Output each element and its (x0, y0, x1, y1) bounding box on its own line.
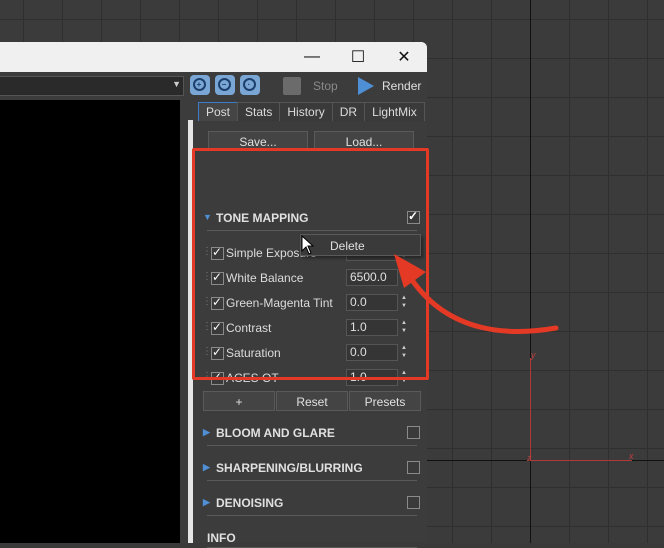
divider (207, 445, 417, 446)
zoom-out-button[interactable]: − (215, 75, 235, 95)
section-title: DENOISING (216, 496, 284, 510)
zoom-reset-icon: · (242, 77, 256, 91)
annotation-arrow-icon (394, 254, 559, 334)
info-header[interactable]: INFO (196, 528, 427, 548)
minimize-button[interactable]: — (289, 42, 335, 72)
tab-lightmix[interactable]: LightMix (364, 102, 425, 121)
minimize-icon: — (304, 48, 320, 65)
reset-button[interactable]: Reset (276, 391, 348, 411)
add-layer-button[interactable]: + (203, 391, 275, 411)
panel-tabs: Post Stats History DR LightMix (198, 102, 425, 121)
bloom-and-glare-header[interactable]: ▶ BLOOM AND GLARE (196, 423, 427, 443)
presets-button[interactable]: Presets (349, 391, 421, 411)
toolbar: ▼ + − · Stop Render (0, 72, 427, 100)
collapsed-triangle-icon: ▶ (203, 427, 210, 437)
gizmo-x-axis (530, 460, 632, 461)
stop-button[interactable]: Stop (281, 76, 349, 96)
gizmo-y-axis (530, 358, 531, 460)
title-bar[interactable]: — ☐ ✕ (0, 42, 427, 72)
stop-icon (283, 77, 301, 95)
tab-dr[interactable]: DR (331, 102, 366, 121)
divider (207, 480, 417, 481)
zoom-reset-button[interactable]: · (240, 75, 260, 95)
close-icon: ✕ (397, 49, 411, 66)
maximize-icon: ☐ (350, 49, 366, 66)
channel-dropdown[interactable]: ▼ (0, 76, 184, 96)
section-checkbox[interactable] (407, 461, 420, 474)
play-icon (358, 77, 374, 95)
maximize-button[interactable]: ☐ (335, 42, 381, 72)
section-checkbox[interactable] (407, 496, 420, 509)
close-button[interactable]: ✕ (381, 42, 427, 72)
section-checkbox[interactable] (407, 426, 420, 439)
tab-stats[interactable]: Stats (237, 102, 281, 121)
denoising-header[interactable]: ▶ DENOISING (196, 493, 427, 513)
render-button[interactable]: Render (355, 76, 425, 96)
mouse-cursor-icon (301, 235, 315, 255)
chevron-down-icon: ▼ (172, 79, 181, 89)
menu-item-delete[interactable]: Delete (330, 239, 365, 253)
tab-post[interactable]: Post (198, 102, 239, 121)
zoom-in-button[interactable]: + (190, 75, 210, 95)
zoom-out-icon: − (217, 77, 231, 91)
stop-label: Stop (313, 79, 338, 93)
gizmo-x-label: x (629, 451, 634, 461)
sharpening-blurring-header[interactable]: ▶ SHARPENING/BLURRING (196, 458, 427, 478)
zoom-in-icon: + (192, 77, 206, 91)
render-image-area[interactable] (0, 100, 180, 543)
render-label: Render (382, 79, 422, 93)
collapsed-triangle-icon: ▶ (203, 497, 210, 507)
section-title: SHARPENING/BLURRING (216, 461, 363, 475)
tab-history[interactable]: History (279, 102, 333, 121)
section-title: BLOOM AND GLARE (216, 426, 335, 440)
gizmo-z-label: z (527, 453, 532, 463)
collapsed-triangle-icon: ▶ (203, 462, 210, 472)
divider (207, 515, 417, 516)
